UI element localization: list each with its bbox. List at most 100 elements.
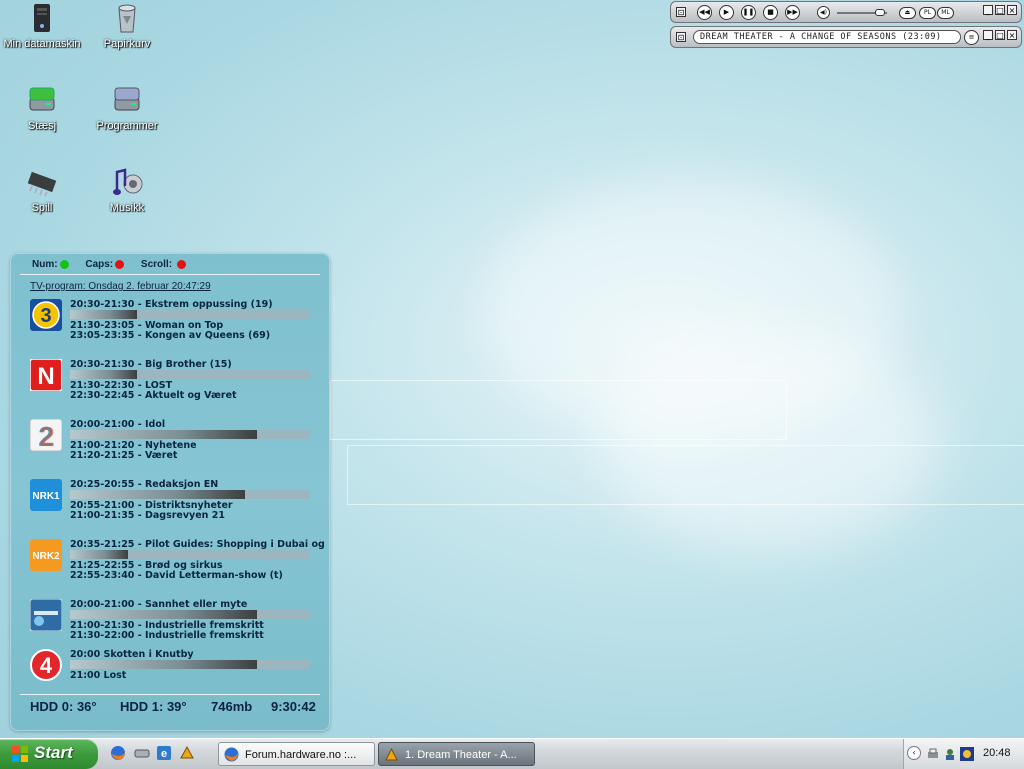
task-label: 1. Dream Theater - A... <box>405 749 517 761</box>
progress-bar <box>70 310 310 319</box>
svg-text:N: N <box>37 363 54 390</box>
winamp-icon <box>384 747 399 762</box>
progress-bar-fill <box>70 310 138 319</box>
next-program: 23:05-23:35 - Kongen av Queens (69) <box>70 330 271 341</box>
track-title-ticker[interactable]: DREAM THEATER - A CHANGE OF SEASONS (23:… <box>693 30 961 44</box>
start-button[interactable]: Start <box>0 739 98 769</box>
taskbar: Start e Forum.hardware.no :... 1. Dream … <box>0 738 1024 769</box>
desktop-icon-musikk[interactable]: Musikk <box>82 166 172 214</box>
volume-icon[interactable]: ◀) <box>817 6 830 19</box>
winamp-menu-icon[interactable]: ⊡ <box>676 32 686 42</box>
svg-text:2: 2 <box>39 421 55 451</box>
close-button[interactable]: × <box>1007 5 1017 15</box>
task-button-winamp[interactable]: 1. Dream Theater - A... <box>378 742 535 766</box>
minimize-button[interactable]: _ <box>983 30 993 40</box>
winamp-menu-icon[interactable]: ⊡ <box>676 7 686 17</box>
lock-indicators: Num: Caps: Scroll: <box>32 259 200 270</box>
eject-button[interactable]: ⏏ <box>899 7 916 19</box>
playlist-button[interactable]: PL <box>919 7 936 19</box>
maximize-button[interactable]: □ <box>995 5 1005 15</box>
winamp-ticker-bar: ⊡ DREAM THEATER - A CHANGE OF SEASONS (2… <box>670 26 1022 48</box>
svg-text:3: 3 <box>40 305 51 327</box>
network-tray-icon[interactable] <box>943 746 957 760</box>
now-program: 20:35-21:25 - Pilot Guides: Shopping i D… <box>70 539 325 550</box>
svg-text:4: 4 <box>40 653 53 678</box>
pause-button[interactable]: ❚❚ <box>741 5 756 20</box>
nrk2-logo: NRK2 <box>30 539 62 571</box>
maximize-button[interactable]: □ <box>995 30 1005 40</box>
task-button-firefox[interactable]: Forum.hardware.no :... <box>218 742 375 766</box>
desktop-icon-label: Programmer <box>96 120 158 132</box>
recycle-bin-icon <box>111 2 143 34</box>
minimize-button[interactable]: _ <box>983 5 993 15</box>
channel-row-tvnorge: N 20:30-21:30 - Big Brother (15) 21:30-2… <box>29 358 325 417</box>
divider <box>20 694 320 695</box>
drive-icon <box>26 84 58 116</box>
previous-track-button[interactable]: ◀◀ <box>697 5 712 20</box>
ie-quicklaunch-icon[interactable]: e <box>156 745 172 761</box>
next-program: 21:00 Lost <box>70 670 127 681</box>
tv2-logo: 22 <box>29 418 63 452</box>
wallpaper-glow <box>600 330 940 550</box>
desktop-icon-spill[interactable]: Spill <box>0 166 87 214</box>
desktop-icon-my-computer[interactable]: Min datamaskin <box>0 2 87 50</box>
now-program: 20:00 Skotten i Knutby <box>70 649 194 660</box>
progress-bar <box>70 610 310 619</box>
tv-program-title[interactable]: TV-program: Onsdag 2. februar 20:47:29 <box>30 281 211 292</box>
desktop-icon-label: Stæsj <box>27 120 57 132</box>
clock[interactable]: 20:48 <box>983 747 1011 759</box>
now-program: 20:00-21:00 - Idol <box>70 419 166 430</box>
next-program: 21:00-21:35 - Dagsrevyen 21 <box>70 510 225 521</box>
svg-text:NRK2: NRK2 <box>32 551 60 562</box>
close-button[interactable]: × <box>1007 30 1017 40</box>
play-button[interactable]: ▶ <box>719 5 734 20</box>
now-program: 20:30-21:30 - Ekstrem oppussing (19) <box>70 299 273 310</box>
desktop-icon-label: Min datamaskin <box>3 38 81 50</box>
music-icon <box>111 166 143 198</box>
progress-bar-fill <box>70 610 258 619</box>
progress-bar-fill <box>70 430 258 439</box>
tv3-logo: 3 <box>30 299 62 331</box>
printer-tray-icon[interactable] <box>926 746 940 760</box>
playlist-menu-icon[interactable]: ≡ <box>964 30 979 45</box>
next-program: 21:30-22:00 - Industrielle fremskritt <box>70 630 264 641</box>
stop-button[interactable]: ■ <box>763 5 778 20</box>
desktop-icon-label: Papirkurv <box>103 38 151 50</box>
show-hidden-icons-button[interactable]: ‹ <box>907 746 921 760</box>
winamp-quicklaunch-icon[interactable] <box>179 745 195 761</box>
computer-icon <box>26 2 58 34</box>
desktop-icon-staesj[interactable]: Stæsj <box>0 84 87 132</box>
desktop-icon-programmer[interactable]: Programmer <box>82 84 172 132</box>
winamp-player: ⊡ ◀◀ ▶ ❚❚ ■ ▶▶ ◀) ⏏ PL ML _ □ × <box>670 1 1022 23</box>
progress-bar-fill <box>70 660 258 669</box>
drive-quicklaunch-icon[interactable] <box>134 745 150 761</box>
next-program: 22:55-23:40 - David Letterman-show (t) <box>70 570 283 581</box>
volume-slider[interactable] <box>837 9 887 16</box>
media-library-button[interactable]: ML <box>937 7 954 19</box>
winamp-tray-icon[interactable] <box>960 746 974 761</box>
firefox-quicklaunch-icon[interactable] <box>110 745 126 761</box>
progress-bar-fill <box>70 490 246 499</box>
tv4-logo: 4 <box>30 649 62 681</box>
desktop-icon-recycle-bin[interactable]: Papirkurv <box>82 2 172 50</box>
discovery-logo <box>29 598 63 632</box>
caps-lock-indicator <box>115 259 125 269</box>
desktop-icon-label: Spill <box>31 202 53 214</box>
tvnorge-logo: N <box>29 358 63 392</box>
progress-bar <box>70 430 310 439</box>
progress-bar <box>70 370 310 379</box>
system-tray: ‹ 20:48 <box>903 739 1024 769</box>
hdd0-temp: HDD 0: 36° <box>30 699 97 714</box>
svg-text:NRK1: NRK1 <box>32 491 60 502</box>
progress-bar-fill <box>70 550 128 559</box>
start-label: Start <box>34 743 73 762</box>
memory-usage: 746mb <box>211 699 253 714</box>
task-label: Forum.hardware.no :... <box>245 749 357 761</box>
windows-logo-icon <box>12 746 28 762</box>
svg-text:e: e <box>161 748 167 760</box>
volume-slider-thumb[interactable] <box>875 9 885 16</box>
channel-row-nrk2: NRK2 20:35-21:25 - Pilot Guides: Shoppin… <box>30 539 325 597</box>
channel-row-tv3: 3 20:30-21:30 - Ekstrem oppussing (19) 2… <box>30 299 325 357</box>
wallpaper-frame <box>347 445 1024 505</box>
next-track-button[interactable]: ▶▶ <box>785 5 800 20</box>
